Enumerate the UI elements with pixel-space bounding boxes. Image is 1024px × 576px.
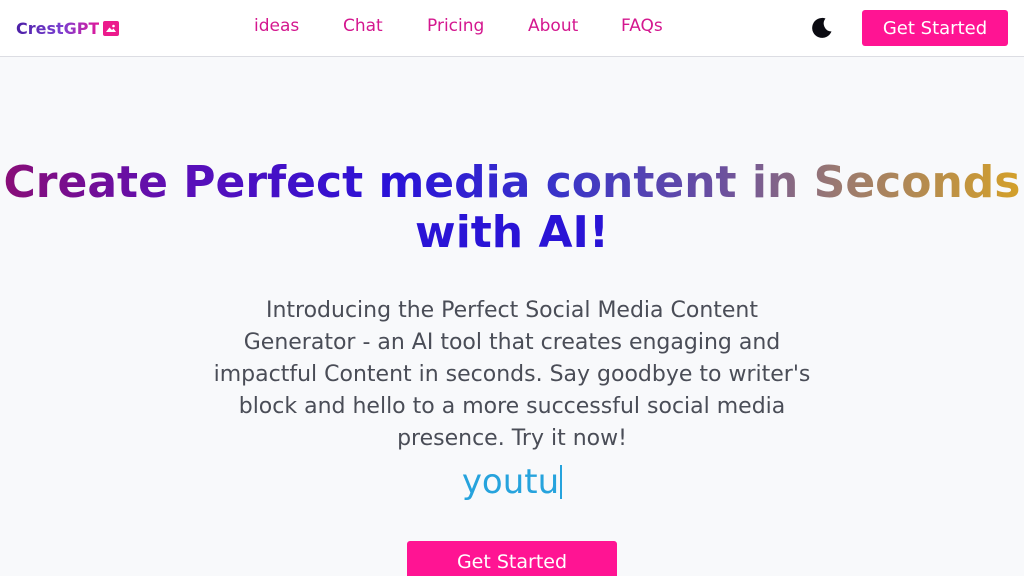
brand-logo[interactable]: CrestGPT (16, 17, 120, 39)
nav-link-about[interactable]: About (528, 16, 578, 36)
hero-title: Create Perfect media content in Seconds … (0, 158, 1024, 258)
navbar: CrestGPT ideas Chat Pricing About FAQs G… (0, 0, 1024, 57)
get-started-button-nav[interactable]: Get Started (862, 10, 1008, 46)
typing-caret (560, 465, 563, 499)
get-started-button-hero[interactable]: Get Started (407, 541, 617, 576)
typed-text: youtu (0, 462, 1024, 502)
typed-text-value: youtu (461, 462, 560, 502)
brand-name: CrestGPT (16, 18, 100, 38)
hero-description: Introducing the Perfect Social Media Con… (213, 298, 811, 451)
nav-link-ideas[interactable]: ideas (254, 16, 299, 36)
hero-title-line-2: with AI! (415, 207, 609, 258)
hero-title-line-1: Create Perfect media content in Seconds (0, 158, 1024, 208)
image-icon (103, 20, 120, 36)
nav-link-pricing[interactable]: Pricing (427, 16, 484, 36)
nav-link-faqs[interactable]: FAQs (621, 16, 663, 36)
moon-icon[interactable] (810, 16, 834, 40)
nav-link-chat[interactable]: Chat (343, 16, 383, 36)
